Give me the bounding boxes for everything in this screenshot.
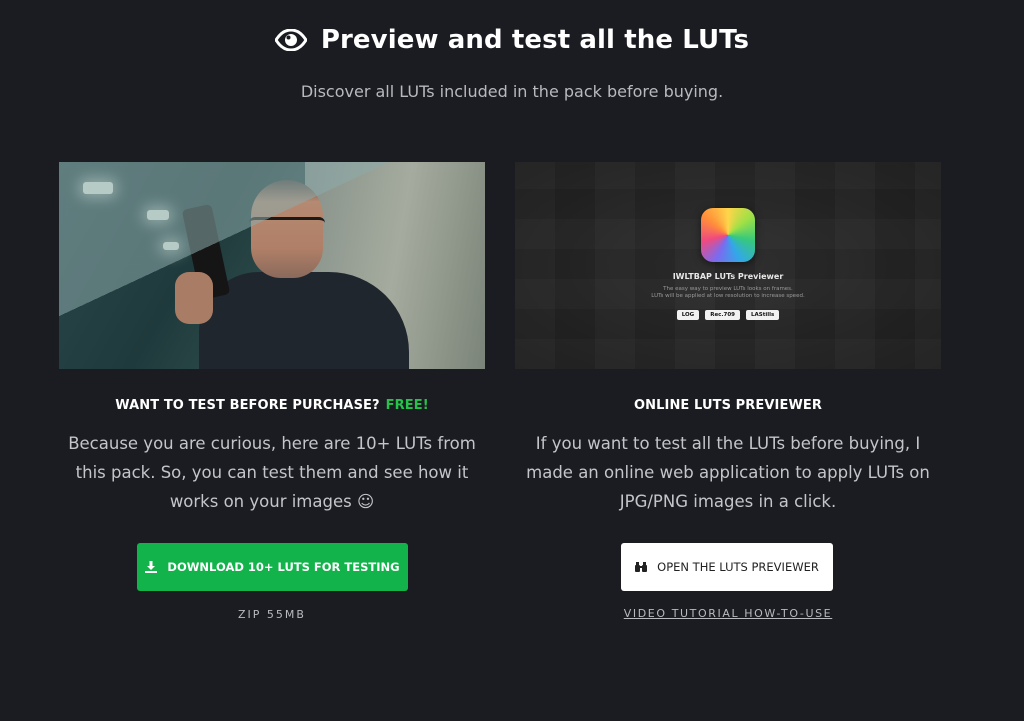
previewer-screenshot: IWLTBAP LUTs Previewer The easy way to p… [515,162,941,369]
previewer-description: If you want to test all the LUTs before … [526,434,930,511]
free-luts-heading-text: WANT TO TEST BEFORE PURCHASE? [115,398,380,413]
download-luts-button[interactable]: DOWNLOAD 10+ LUTS FOR TESTING [137,543,408,591]
previewer-rec709-button: Rec.709 [705,310,740,320]
previewer-app-buttons: LOG Rec.709 LAStills [515,310,941,320]
title-row: Preview and test all the LUTs [274,20,750,60]
video-tutorial-link[interactable]: VIDEO TUTORIAL HOW-TO-USE [515,607,941,620]
free-badge: FREE! [385,398,429,413]
luts-previewer-card: IWLTBAP LUTs Previewer The easy way to p… [515,162,941,620]
download-icon [145,561,158,573]
previewer-heading: ONLINE LUTS PREVIEWER [634,398,822,413]
previewer-app-desc-line-1: The easy way to preview LUTs looks on fr… [663,286,793,292]
free-luts-heading: WANT TO TEST BEFORE PURCHASE? FREE! [59,398,485,413]
free-luts-card: WANT TO TEST BEFORE PURCHASE? FREE! Becau… [59,162,485,621]
free-luts-description: Because you are curious, here are 10+ LU… [68,434,476,511]
previewer-app-description: The easy way to preview LUTs looks on fr… [515,286,941,300]
eye-icon [274,29,307,51]
page-title: Preview and test all the LUTs [320,25,750,55]
previewer-log-button: LOG [676,310,700,320]
page-subtitle: Discover all LUTs included in the pack b… [300,82,724,101]
open-previewer-button[interactable]: OPEN THE LUTS PREVIEWER [621,543,833,591]
download-luts-button-label: DOWNLOAD 10+ LUTS FOR TESTING [167,560,400,574]
previewer-app-icon [701,208,755,262]
file-size-info: ZIP 55MB [238,608,306,621]
open-previewer-button-label: OPEN THE LUTS PREVIEWER [657,560,819,574]
previewer-app-desc-line-2: LUTs will be applied at low resolution t… [651,293,805,299]
binoculars-icon [635,561,648,573]
page-header: Preview and test all the LUTs [0,20,1024,60]
sample-film-image [59,162,485,369]
previewer-app-title: IWLTBAP LUTs Previewer [672,272,784,281]
previewer-lastills-button: LAStills [746,310,780,320]
